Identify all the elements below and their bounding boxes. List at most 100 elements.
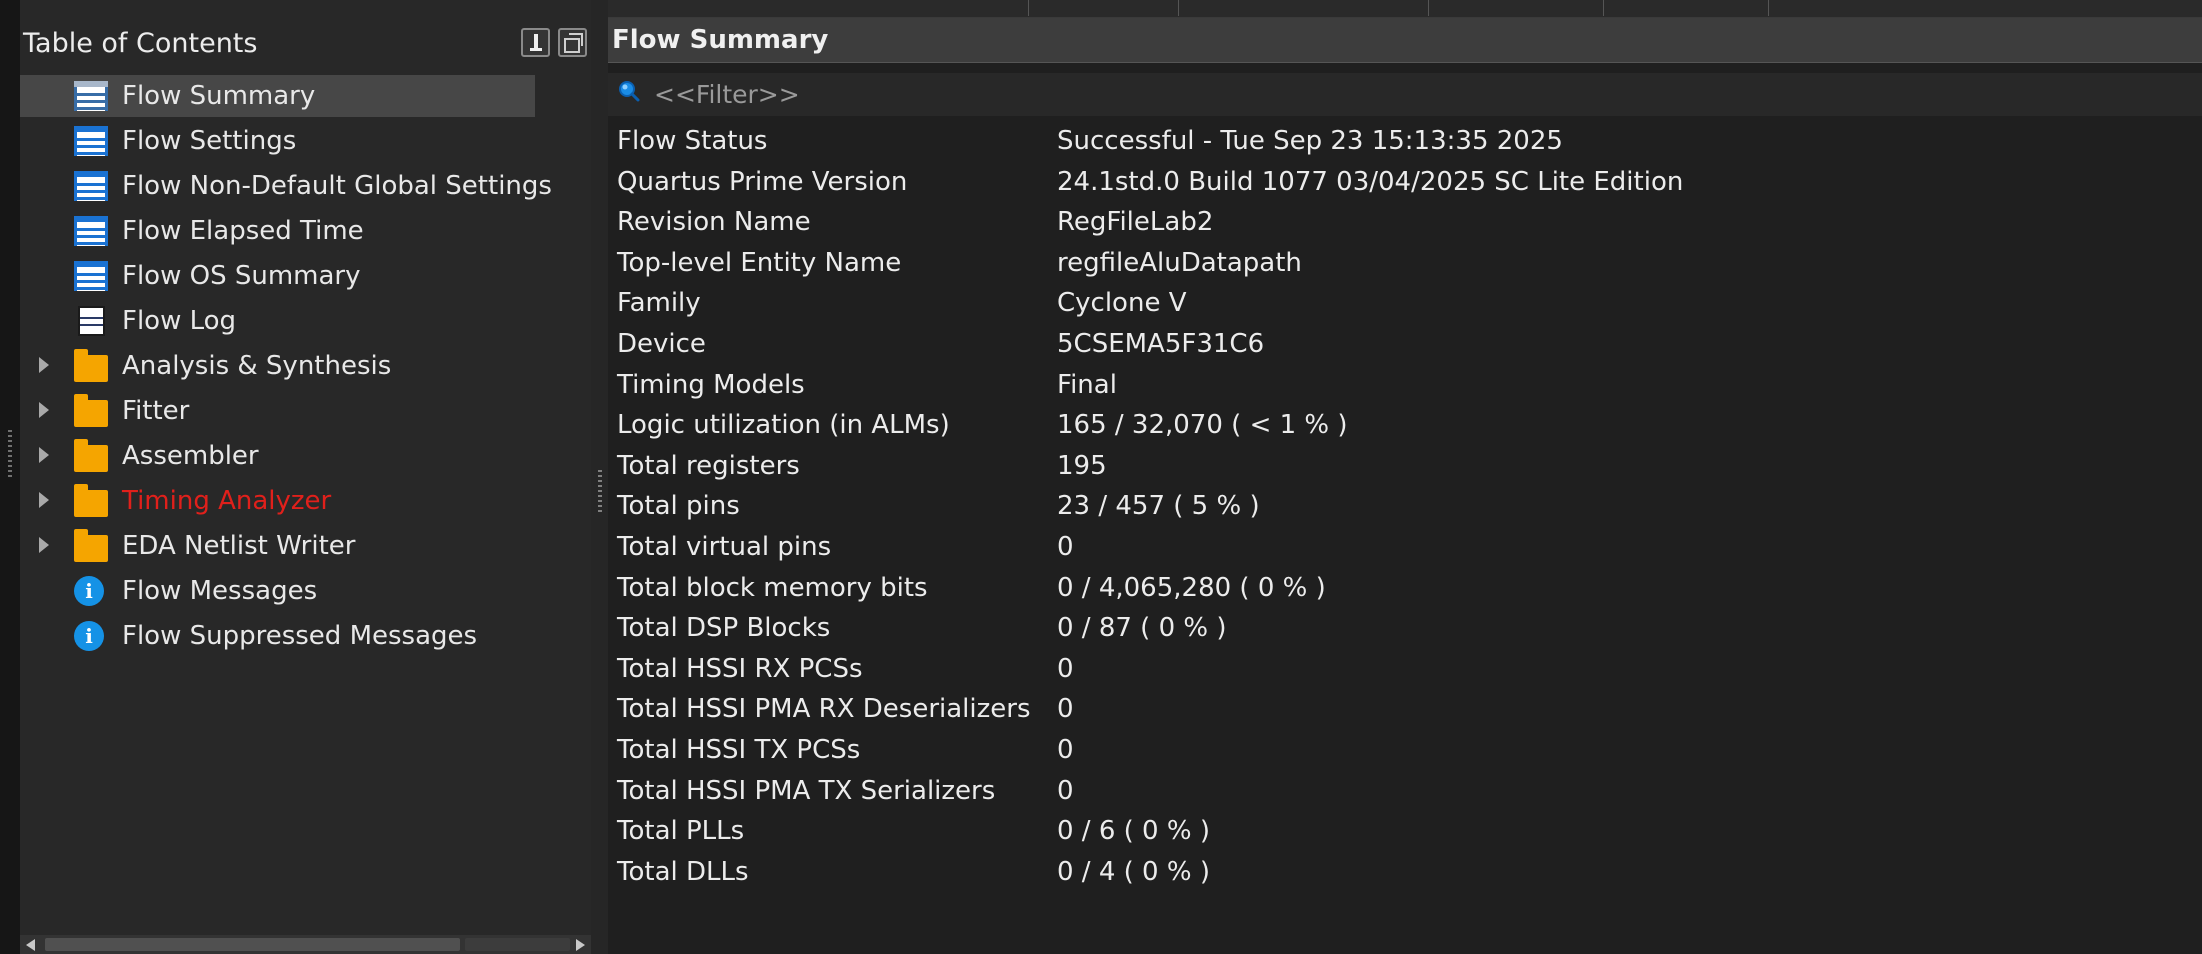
toc-item-label: Flow Suppressed Messages <box>122 621 478 651</box>
row-key: Quartus Prime Version <box>617 166 908 197</box>
table-row[interactable]: Timing Models Final <box>608 366 2202 407</box>
splitter-grip[interactable] <box>598 470 602 514</box>
table-row[interactable]: Total HSSI PMA TX Serializers 0 <box>608 772 2202 813</box>
row-value: 0 <box>1057 531 1074 562</box>
table-row[interactable]: Flow Status Successful - Tue Sep 23 15:13… <box>608 122 2202 163</box>
table-icon <box>74 81 108 111</box>
info-icon: i <box>74 621 104 651</box>
table-row[interactable]: Total virtual pins 0 <box>608 528 2202 569</box>
expand-arrow-icon[interactable] <box>39 492 49 508</box>
toc-item-label: Flow OS Summary <box>122 261 361 291</box>
table-icon <box>74 126 108 156</box>
row-value: 0 <box>1057 653 1074 684</box>
row-value: 5CSEMA5F31C6 <box>1057 328 1265 359</box>
toc-item-label: Flow Settings <box>122 126 297 156</box>
expand-arrow-icon[interactable] <box>39 357 49 373</box>
row-value: 0 / 87 ( 0 % ) <box>1057 613 1227 644</box>
expand-arrow-icon[interactable] <box>39 402 49 418</box>
toc-item-label: EDA Netlist Writer <box>122 531 356 561</box>
row-value: Cyclone V <box>1057 288 1187 319</box>
toc-title: Table of Contents <box>23 28 258 59</box>
table-row[interactable]: Total HSSI PMA RX Deserializers 0 <box>608 690 2202 731</box>
folder-icon <box>74 529 108 562</box>
toc-item[interactable]: i Flow Messages <box>20 568 591 613</box>
scrollbar-thumb[interactable] <box>45 938 460 951</box>
row-value: 0 / 4,065,280 ( 0 % ) <box>1057 572 1326 603</box>
toc-item[interactable]: Flow Settings <box>20 118 591 163</box>
dock-grip[interactable] <box>8 430 12 480</box>
toc-item-label: Flow Messages <box>122 576 318 606</box>
toc-item-label: Flow Summary <box>122 81 316 111</box>
row-key: Total PLLs <box>617 816 745 847</box>
table-row[interactable]: Total DLLs 0 / 4 ( 0 % ) <box>608 853 2202 894</box>
toc-item[interactable]: Flow Non-Default Global Settings <box>20 163 591 208</box>
toc-item[interactable]: Analysis & Synthesis <box>20 343 591 388</box>
toc-item-label: Timing Analyzer <box>122 486 332 516</box>
toc-item[interactable]: Flow Summary <box>20 73 591 118</box>
row-key: Total HSSI PMA RX Deserializers <box>617 694 1031 725</box>
toc-item[interactable]: i Flow Suppressed Messages <box>20 613 591 658</box>
row-value: 0 <box>1057 694 1074 725</box>
table-row[interactable]: Total pins 23 / 457 ( 5 % ) <box>608 487 2202 528</box>
toc-item[interactable]: Flow Log <box>20 298 591 343</box>
filter-input[interactable] <box>654 77 2154 111</box>
table-row[interactable]: Logic utilization (in ALMs) 165 / 32,070 … <box>608 406 2202 447</box>
horizontal-scrollbar[interactable] <box>20 935 591 954</box>
table-row[interactable]: Family Cyclone V <box>608 284 2202 325</box>
table-row[interactable]: Revision Name RegFileLab2 <box>608 203 2202 244</box>
table-row[interactable]: Quartus Prime Version 24.1std.0 Build 107… <box>608 163 2202 204</box>
table-row[interactable]: Total HSSI RX PCSs 0 <box>608 650 2202 691</box>
toc-header: Table of Contents <box>20 18 591 70</box>
row-value: 0 <box>1057 734 1074 765</box>
row-value: 0 / 6 ( 0 % ) <box>1057 816 1210 847</box>
search-icon[interactable] <box>618 80 640 102</box>
toc-item[interactable]: Flow OS Summary <box>20 253 591 298</box>
row-key: Revision Name <box>617 207 811 238</box>
log-icon <box>78 306 105 336</box>
scrollbar-track[interactable] <box>465 938 570 951</box>
top-toolbar-strip <box>608 0 2202 18</box>
table-row[interactable]: Total HSSI TX PCSs 0 <box>608 731 2202 772</box>
table-icon <box>74 261 108 291</box>
toc-item-label: Assembler <box>122 441 259 471</box>
row-key: Total block memory bits <box>617 572 928 603</box>
scroll-left-icon[interactable] <box>26 939 35 951</box>
row-key: Flow Status <box>617 126 768 156</box>
row-key: Total HSSI TX PCSs <box>617 734 861 765</box>
table-row[interactable]: Total PLLs 0 / 6 ( 0 % ) <box>608 812 2202 853</box>
table-row[interactable]: Total DSP Blocks 0 / 87 ( 0 % ) <box>608 609 2202 650</box>
toc-item-label: Flow Non-Default Global Settings <box>122 171 552 201</box>
table-row[interactable]: Top-level Entity Name regfileAluDatapath <box>608 244 2202 285</box>
toc-item[interactable]: Flow Elapsed Time <box>20 208 591 253</box>
row-value: 195 <box>1057 450 1107 481</box>
row-value: Successful - Tue Sep 23 15:13:35 2025 <box>1057 126 1563 156</box>
expand-arrow-icon[interactable] <box>39 447 49 463</box>
row-value: regfileAluDatapath <box>1057 247 1302 278</box>
pin-icon[interactable] <box>521 28 550 57</box>
toc-tree: Flow Summary Flow Settings Flow Non-Defaul… <box>20 73 591 658</box>
toc-item[interactable]: EDA Netlist Writer <box>20 523 591 568</box>
folder-icon <box>74 439 108 472</box>
toc-item[interactable]: Assembler <box>20 433 591 478</box>
row-key: Device <box>617 328 706 359</box>
row-value: 23 / 457 ( 5 % ) <box>1057 491 1260 522</box>
panel-splitter[interactable] <box>591 0 608 954</box>
table-icon <box>74 216 108 246</box>
folder-icon <box>74 394 108 427</box>
row-value: 165 / 32,070 ( < 1 % ) <box>1057 410 1348 441</box>
expand-arrow-icon[interactable] <box>39 537 49 553</box>
row-key: Timing Models <box>617 369 805 400</box>
left-edge-strip <box>0 0 21 954</box>
report-title: Flow Summary <box>612 25 829 55</box>
toc-item[interactable]: Fitter <box>20 388 591 433</box>
scroll-right-icon[interactable] <box>576 939 585 951</box>
table-row[interactable]: Device 5CSEMA5F31C6 <box>608 325 2202 366</box>
row-key: Logic utilization (in ALMs) <box>617 410 950 441</box>
row-key: Total pins <box>617 491 740 522</box>
row-key: Total HSSI PMA TX Serializers <box>617 775 996 806</box>
table-row[interactable]: Total block memory bits 0 / 4,065,280 ( 0… <box>608 569 2202 610</box>
table-row[interactable]: Total registers 195 <box>608 447 2202 488</box>
row-key: Top-level Entity Name <box>617 247 902 278</box>
float-window-icon[interactable] <box>558 28 587 57</box>
toc-item[interactable]: Timing Analyzer <box>20 478 591 523</box>
